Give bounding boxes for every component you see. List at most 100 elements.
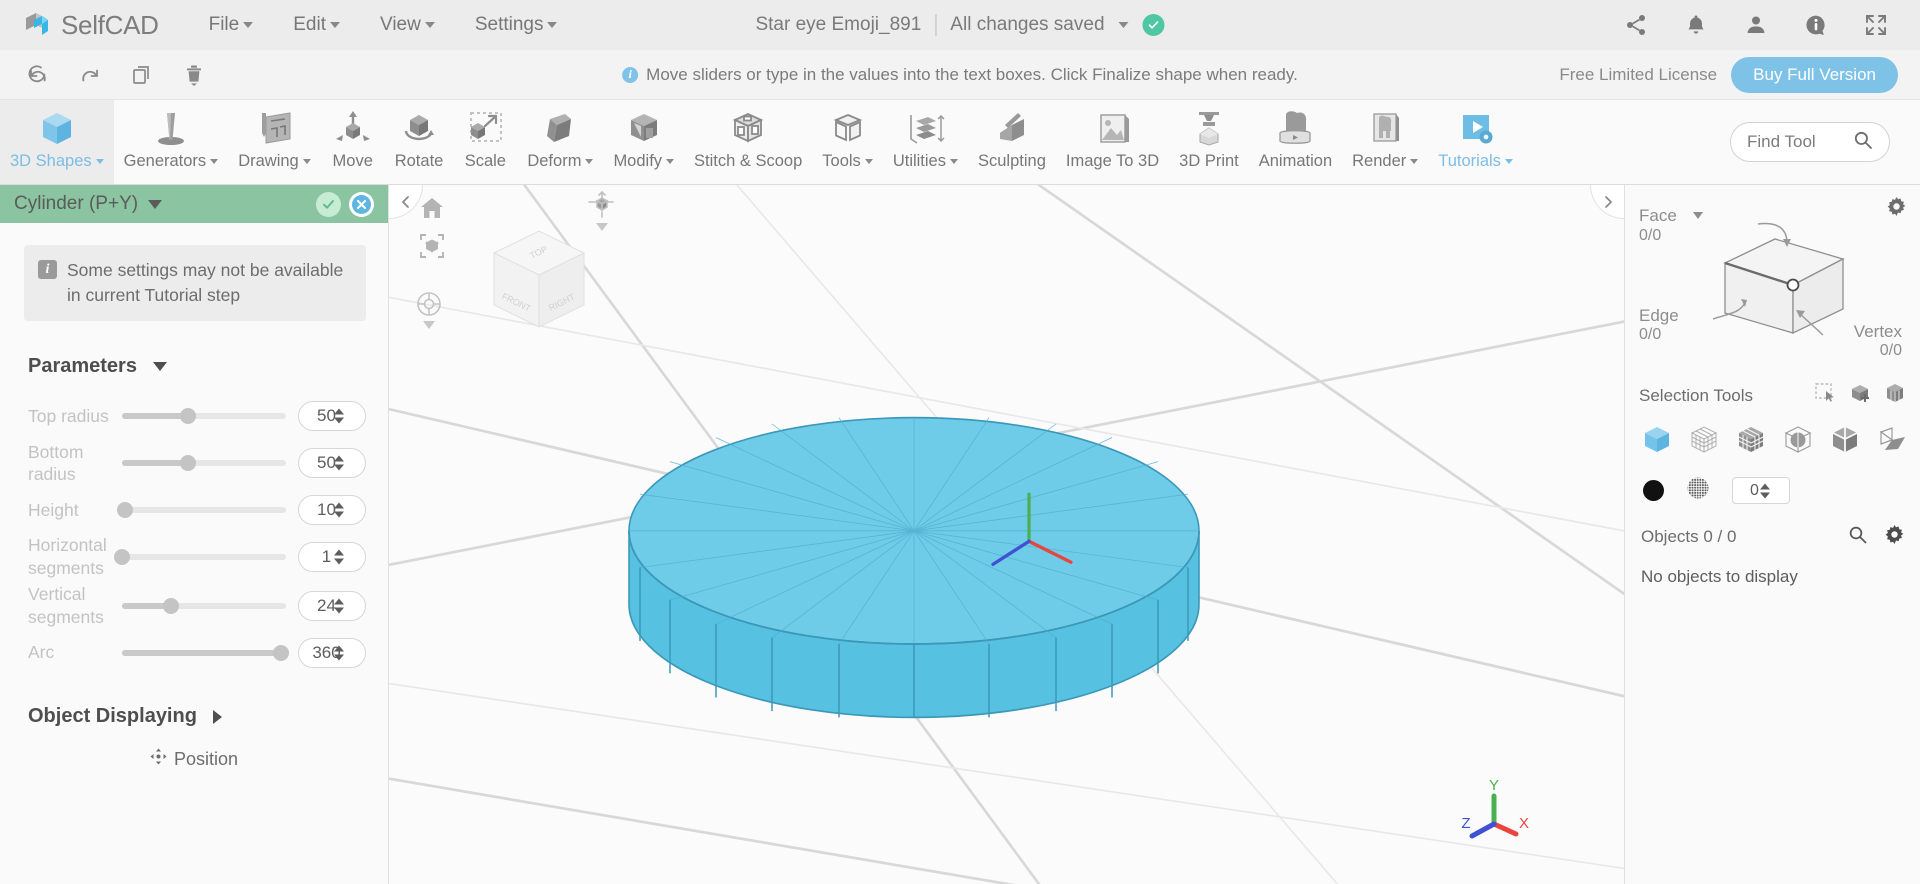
stepper-down-icon[interactable] <box>334 607 344 614</box>
notifications-bell-icon[interactable] <box>1684 13 1708 37</box>
object-displaying-section-header[interactable]: Object Displaying <box>28 705 388 728</box>
unfold-select-mode-icon[interactable] <box>1876 423 1908 460</box>
ribbon-item-tutorials[interactable]: Tutorials <box>1428 100 1523 184</box>
ribbon-item-stitch-scoop[interactable]: Stitch & Scoop <box>684 100 812 184</box>
horizontal-segments-input[interactable]: 1 <box>298 541 366 572</box>
ribbon-item-generators[interactable]: Generators <box>114 100 229 184</box>
ribbon-item-modify[interactable]: Modify <box>603 100 684 184</box>
stepper[interactable] <box>334 645 344 661</box>
stepper-up-icon[interactable] <box>334 549 344 556</box>
cancel-shape-button[interactable] <box>349 191 374 217</box>
object-select-mode-icon[interactable] <box>1641 423 1673 460</box>
polygon-select-mode-icon[interactable] <box>1735 423 1767 460</box>
chevron-down-icon[interactable] <box>1118 22 1129 28</box>
document-title[interactable]: Star eye Emoji_891 <box>755 14 921 36</box>
wireframe-select-mode-icon[interactable] <box>1688 423 1720 460</box>
undo-icon[interactable] <box>12 53 64 97</box>
stepper-down-icon[interactable] <box>334 511 344 518</box>
ribbon-item-3d-print[interactable]: 3D Print <box>1169 100 1249 184</box>
stepper-up-icon[interactable] <box>334 408 344 415</box>
stepper-up-icon[interactable] <box>334 502 344 509</box>
find-tool-input[interactable]: Find Tool <box>1730 122 1890 162</box>
stepper[interactable] <box>334 455 344 471</box>
vertical-segments-input[interactable]: 24 <box>298 590 366 621</box>
buy-full-version-button[interactable]: Buy Full Version <box>1731 56 1898 93</box>
chevron-down-icon[interactable] <box>152 361 167 371</box>
stepper-down-icon[interactable] <box>334 558 344 565</box>
stepper[interactable] <box>1760 483 1770 498</box>
view-cube[interactable]: TOP FRONT RIGHT <box>474 215 604 345</box>
confirm-shape-button[interactable] <box>316 191 341 217</box>
delete-trash-icon[interactable] <box>168 53 220 97</box>
ribbon-item-utilities[interactable]: Utilities <box>883 100 968 184</box>
ribbon-item-sculpting[interactable]: Sculpting <box>968 100 1056 184</box>
home-view-icon[interactable] <box>419 195 445 221</box>
fit-to-view-icon[interactable] <box>419 233 445 259</box>
ribbon-item-scale[interactable]: Scale <box>453 100 517 184</box>
arc-input[interactable]: 360 <box>298 637 366 668</box>
3d-viewport[interactable]: TOP FRONT RIGHT Y X Z <box>389 185 1624 884</box>
stepper-down-icon[interactable] <box>334 464 344 471</box>
redo-icon[interactable] <box>64 53 116 97</box>
stepper-up-icon[interactable] <box>334 455 344 462</box>
color-swatch-icon[interactable] <box>1643 480 1664 501</box>
texture-sphere-icon[interactable] <box>1686 476 1710 505</box>
ribbon-item-animation[interactable]: Animation <box>1249 100 1342 184</box>
ribbon-item-render[interactable]: Render <box>1342 100 1428 184</box>
chevron-down-icon[interactable] <box>596 223 608 231</box>
horizontal-segments-slider[interactable] <box>114 547 286 567</box>
chevron-down-icon[interactable] <box>1692 212 1703 220</box>
bottom-radius-slider[interactable] <box>122 453 286 473</box>
app-logo[interactable]: SelfCAD <box>0 10 159 41</box>
ribbon-item-rotate[interactable]: Rotate <box>385 100 454 184</box>
opacity-input[interactable]: 0 <box>1732 477 1790 504</box>
user-account-icon[interactable] <box>1744 13 1768 37</box>
slider-knob[interactable] <box>273 644 290 661</box>
stepper[interactable] <box>334 408 344 424</box>
menu-edit[interactable]: Edit <box>273 8 360 42</box>
sphere-select-mode-icon[interactable] <box>1782 423 1814 460</box>
orbit-pan-icon[interactable] <box>415 290 443 329</box>
menu-file[interactable]: File <box>189 8 274 42</box>
height-input[interactable]: 10 <box>298 494 366 525</box>
stepper-up-icon[interactable] <box>1760 483 1770 489</box>
bottom-radius-input[interactable]: 50 <box>298 448 366 479</box>
stepper[interactable] <box>334 549 344 565</box>
ribbon-item-deform[interactable]: Deform <box>517 100 603 184</box>
menu-view[interactable]: View <box>360 8 455 42</box>
stepper-down-icon[interactable] <box>334 417 344 424</box>
top-radius-input[interactable]: 50 <box>298 401 366 432</box>
stepper-up-icon[interactable] <box>334 645 344 652</box>
copy-icon[interactable] <box>116 53 168 97</box>
search-icon[interactable] <box>1848 525 1867 549</box>
stepper-up-icon[interactable] <box>334 598 344 605</box>
settings-gear-icon[interactable] <box>1885 525 1904 549</box>
ribbon-item-3d-shapes[interactable]: 3D Shapes <box>0 100 114 184</box>
stepper-down-icon[interactable] <box>1760 492 1770 498</box>
parameters-section-header[interactable]: Parameters <box>28 355 388 378</box>
stepper[interactable] <box>334 502 344 518</box>
face-select-mode-icon[interactable] <box>1829 423 1861 460</box>
share-icon[interactable] <box>1624 13 1648 37</box>
ribbon-item-image-to-3d[interactable]: Image To 3D <box>1056 100 1169 184</box>
height-slider[interactable] <box>117 500 286 520</box>
menu-settings[interactable]: Settings <box>455 8 578 42</box>
chevron-down-icon[interactable] <box>423 321 435 329</box>
chevron-right-icon[interactable] <box>212 709 222 724</box>
ribbon-item-drawing[interactable]: Drawing <box>228 100 321 184</box>
vertical-segments-slider[interactable] <box>122 596 286 616</box>
camera-perspective-icon[interactable] <box>587 190 617 231</box>
slider-knob[interactable] <box>163 597 180 614</box>
position-button[interactable]: Position <box>0 748 388 770</box>
stepper-down-icon[interactable] <box>334 654 344 661</box>
stepper[interactable] <box>334 598 344 614</box>
slider-knob[interactable] <box>114 548 130 565</box>
slider-knob[interactable] <box>117 501 134 518</box>
ribbon-item-tools[interactable]: Tools <box>812 100 883 184</box>
slider-knob[interactable] <box>179 408 196 425</box>
arc-slider[interactable] <box>122 643 290 663</box>
top-radius-slider[interactable] <box>122 406 286 426</box>
info-icon[interactable] <box>1804 13 1828 37</box>
fullscreen-icon[interactable] <box>1864 13 1888 37</box>
slider-knob[interactable] <box>179 455 196 472</box>
